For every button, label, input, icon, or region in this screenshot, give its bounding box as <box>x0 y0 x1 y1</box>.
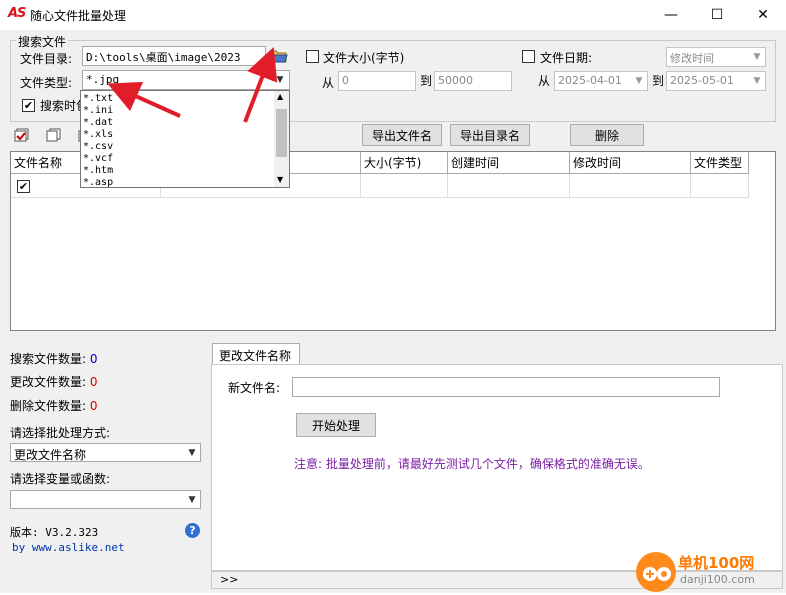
annotation-arrows <box>107 47 278 123</box>
arrow-to-filetype <box>107 81 181 118</box>
arrow-to-folder <box>243 47 278 123</box>
